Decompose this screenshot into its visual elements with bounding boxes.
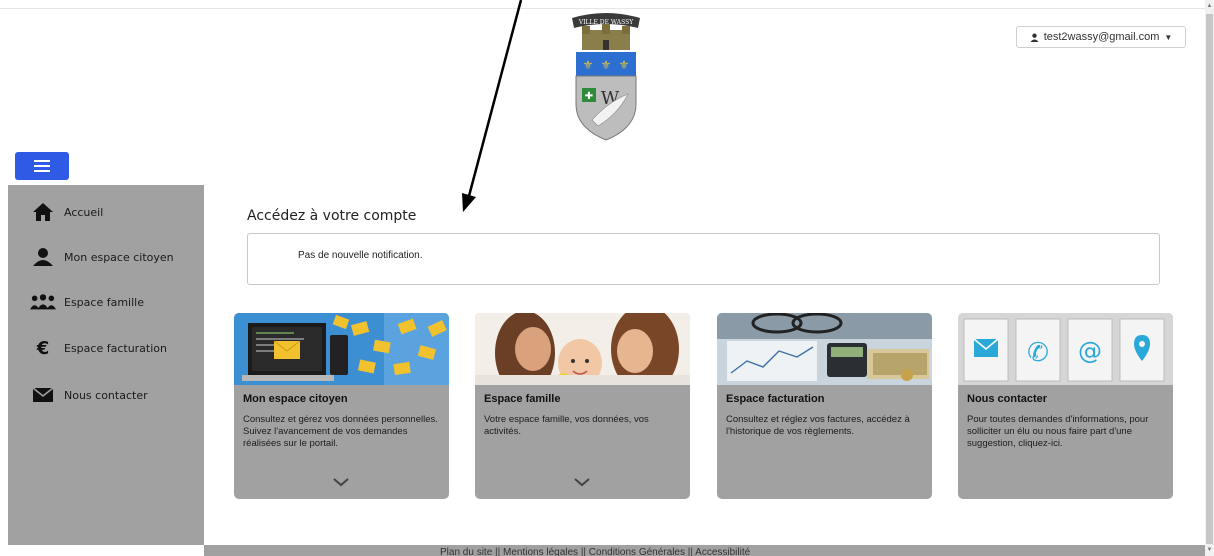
sidebar-item-label: Espace facturation (64, 341, 167, 355)
user-icon (30, 248, 56, 266)
user-account-dropdown[interactable]: test2wassy@gmail.com ▼ (1016, 26, 1186, 48)
home-icon (30, 203, 56, 221)
svg-text:⚜: ⚜ (583, 58, 594, 72)
menu-toggle-button[interactable] (15, 152, 69, 180)
family-icon (30, 294, 56, 310)
chevron-down-icon[interactable] (332, 477, 350, 487)
vertical-scrollbar[interactable]: ▲ ▼ (1205, 0, 1214, 556)
chevron-down-icon[interactable] (573, 477, 591, 487)
card-image-famille (475, 313, 690, 385)
sidebar-item-accueil[interactable]: Accueil (8, 195, 204, 229)
card-mon-espace-citoyen[interactable]: Mon espace citoyen Consultez et gérez vo… (234, 313, 449, 499)
card-title: Espace facturation (726, 393, 825, 405)
svg-text:⚜: ⚜ (619, 58, 630, 72)
sidebar-item-label: Accueil (64, 205, 104, 219)
scroll-down-icon[interactable]: ▼ (1206, 546, 1213, 554)
card-description: Pour toutes demandes d'informations, pou… (967, 414, 1149, 449)
sidebar-item-espace-famille[interactable]: Espace famille (8, 285, 204, 319)
svg-text:@: @ (1078, 337, 1102, 365)
scroll-up-icon[interactable]: ▲ (1206, 2, 1213, 10)
envelope-icon (30, 388, 56, 402)
sidebar-item-label: Mon espace citoyen (64, 250, 174, 264)
card-description: Consultez et gérez vos données personnel… (243, 414, 438, 449)
card-title: Mon espace citoyen (243, 393, 348, 405)
card-description: Consultez et réglez vos factures, accéde… (726, 414, 910, 437)
card-description: Votre espace famille, vos données, vos a… (484, 414, 649, 437)
svg-text:⚜: ⚜ (601, 58, 612, 72)
sidebar-item-mon-espace-citoyen[interactable]: Mon espace citoyen (8, 240, 204, 274)
sidebar-item-label: Espace famille (64, 295, 144, 309)
footer-links[interactable]: Plan du site || Mentions légales || Cond… (440, 547, 750, 556)
euro-icon: € (30, 339, 56, 357)
sidebar-item-espace-facturation[interactable]: € Espace facturation (8, 331, 204, 365)
caret-down-icon: ▼ (1164, 32, 1173, 42)
card-image-citoyen (234, 313, 449, 385)
svg-text:✚: ✚ (585, 91, 593, 102)
sidebar-item-nous-contacter[interactable]: Nous contacter (8, 378, 204, 412)
card-nous-contacter[interactable]: ✆ @ Nous contacter Pour toutes demandes … (958, 313, 1173, 499)
card-image-facturation (717, 313, 932, 385)
notification-text: Pas de nouvelle notification. (298, 250, 423, 261)
card-espace-famille[interactable]: Espace famille Votre espace famille, vos… (475, 313, 690, 499)
user-icon (1030, 33, 1039, 42)
user-email: test2wassy@gmail.com (1043, 31, 1160, 43)
svg-text:€: € (36, 339, 50, 357)
page-title: Accédez à votre compte (247, 208, 417, 224)
card-title: Espace famille (484, 393, 561, 405)
card-image-contacter: ✆ @ (958, 313, 1173, 385)
card-title: Nous contacter (967, 393, 1048, 405)
sidebar-item-label: Nous contacter (64, 388, 148, 402)
card-espace-facturation[interactable]: Espace facturation Consultez et réglez v… (717, 313, 932, 499)
svg-text:✆: ✆ (1027, 338, 1049, 368)
notification-panel: Pas de nouvelle notification. (247, 233, 1160, 285)
sidebar: Accueil Mon espace citoyen Espace famill… (8, 185, 204, 545)
hamburger-icon (34, 160, 50, 172)
city-logo[interactable]: VILLE DE WASSY ⚜ ⚜ ⚜ ✚ W (568, 8, 644, 144)
scrollbar-thumb[interactable] (1206, 14, 1213, 544)
